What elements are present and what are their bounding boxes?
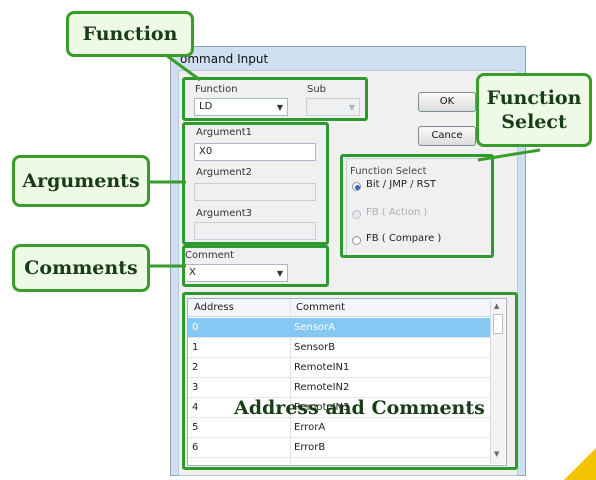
callout-address-and-comments: Address and Comments bbox=[234, 397, 485, 419]
callout-function: Function bbox=[66, 11, 194, 57]
corner-accent bbox=[564, 448, 596, 480]
callout-function-select: Function Select bbox=[476, 73, 592, 147]
callout-arguments: Arguments bbox=[12, 155, 150, 207]
callout-comments: Comments bbox=[12, 244, 150, 292]
